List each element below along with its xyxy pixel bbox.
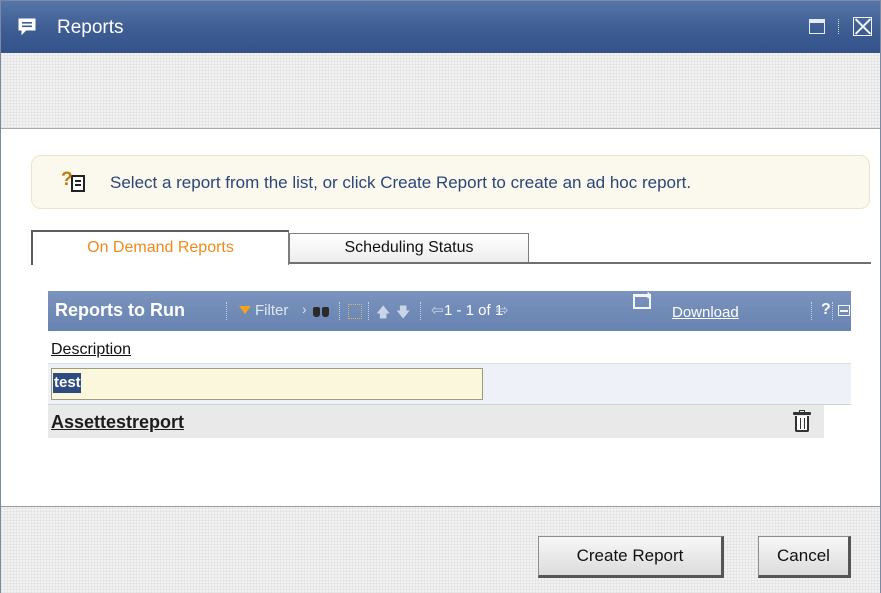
maximize-icon[interactable] (809, 19, 825, 34)
filter-icon[interactable] (239, 306, 251, 314)
filter-button[interactable]: Filter (255, 302, 288, 319)
top-band (1, 53, 880, 129)
reports-dialog: Reports ? Select a report from the list,… (0, 0, 881, 593)
trash-icon[interactable] (793, 410, 811, 433)
toolbar-divider (420, 302, 421, 320)
paging-info: 1 - 1 of 1 (444, 302, 504, 319)
toolbar-divider (339, 302, 340, 320)
arrow-up-icon[interactable]: 🡅 (376, 302, 390, 326)
filter-caret[interactable]: › (302, 301, 307, 317)
button-bar (1, 506, 880, 593)
next-page-icon[interactable]: ⇨ (496, 301, 509, 319)
title-bar[interactable]: Reports (1, 1, 880, 53)
table-row: Assettestreport (48, 405, 824, 438)
download-link[interactable]: Download (672, 304, 739, 321)
help-button[interactable]: ? (821, 301, 831, 319)
description-column-header[interactable]: Description (51, 341, 131, 359)
tab-scheduling-status[interactable]: Scheduling Status (289, 233, 529, 263)
instruction-text: Select a report from the list, or click … (110, 173, 692, 192)
toolbar-divider (226, 302, 227, 320)
arrow-down-icon[interactable]: 🡇 (396, 302, 410, 326)
title-divider (838, 19, 840, 34)
previous-page-icon[interactable]: ⇦ (431, 301, 444, 319)
filter-row: test (48, 364, 851, 405)
download-icon[interactable] (633, 288, 652, 309)
window-title: Reports (57, 17, 124, 38)
help-document-icon: ? (61, 169, 87, 193)
report-link[interactable]: Assettestreport (51, 412, 184, 433)
collapse-icon[interactable] (838, 305, 850, 316)
description-filter-input[interactable]: test (51, 368, 483, 400)
chat-bubble-icon (18, 18, 36, 35)
binoculars-icon[interactable] (313, 304, 330, 318)
grid-title: Reports to Run (55, 300, 185, 320)
filter-input-value: test (53, 373, 81, 393)
tab-on-demand-reports[interactable]: On Demand Reports (31, 230, 289, 265)
create-report-button[interactable]: Create Report (538, 536, 724, 578)
toolbar-divider (368, 302, 369, 320)
cancel-button[interactable]: Cancel (758, 536, 851, 578)
grid-toolbar: Reports to Run Filter › 🡅 🡇 ⇦ 1 - 1 of 1… (48, 288, 851, 331)
select-columns-icon[interactable] (348, 304, 362, 319)
toolbar-divider (811, 302, 812, 320)
toolbar-divider (832, 302, 833, 320)
column-header-row: Description (48, 331, 851, 364)
close-icon[interactable] (853, 17, 872, 36)
instruction-box: ? Select a report from the list, or clic… (31, 155, 870, 209)
